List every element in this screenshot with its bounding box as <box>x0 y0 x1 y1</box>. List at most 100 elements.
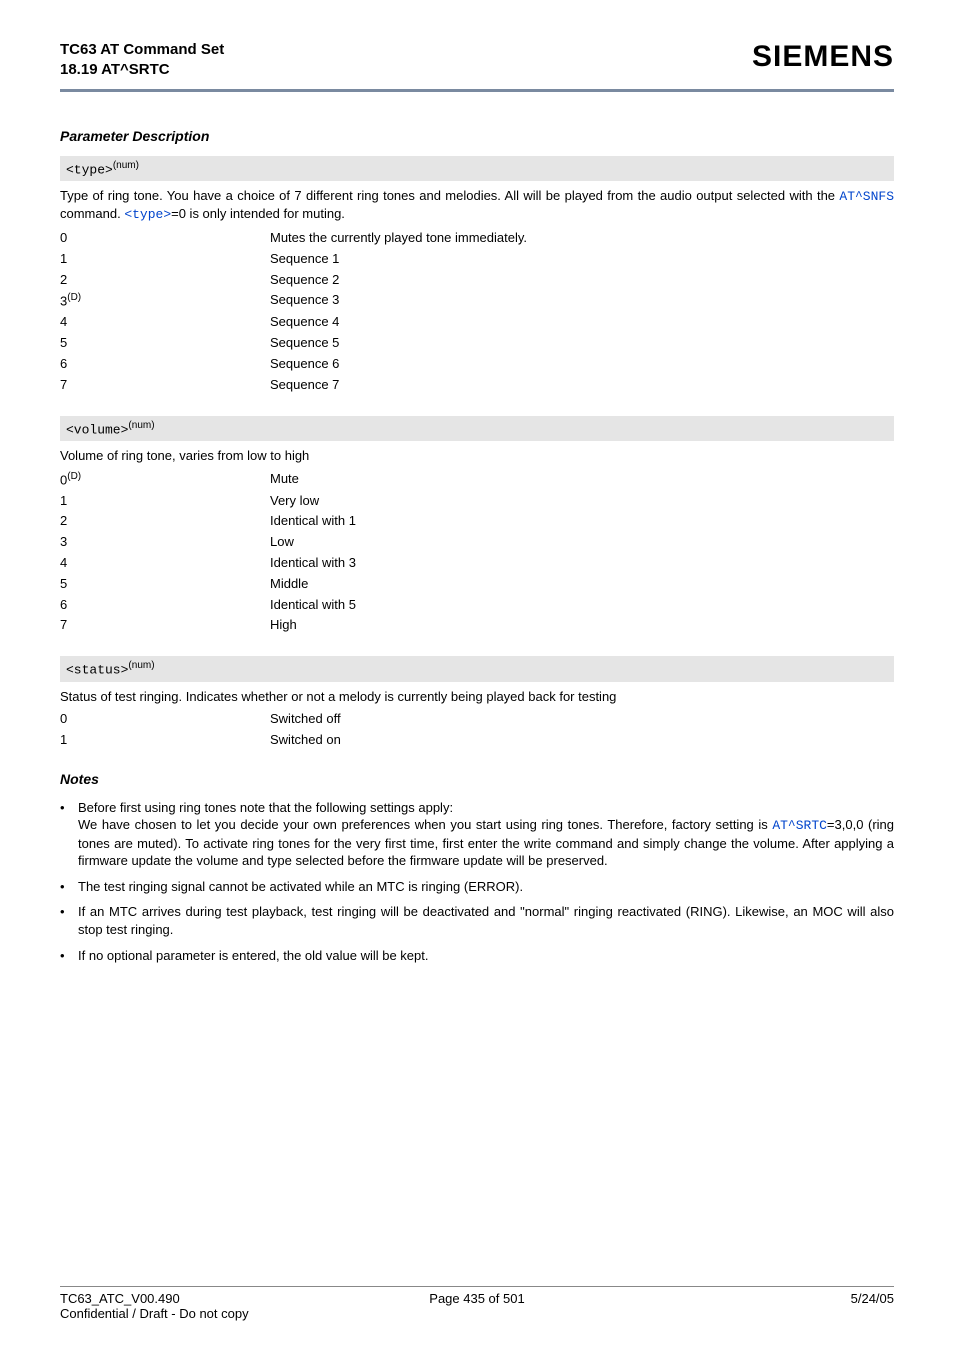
note-item: • Before first using ring tones note tha… <box>60 799 894 870</box>
table-row: 5 Middle <box>60 574 894 595</box>
param-name-sup: (num) <box>128 660 154 671</box>
row-key: 5 <box>60 576 67 591</box>
table-row: 7 Sequence 7 <box>60 375 894 396</box>
param-head-type: <type>(num) <box>60 156 894 181</box>
row-value: Mute <box>270 469 894 491</box>
table-row: 4 Identical with 3 <box>60 553 894 574</box>
param-type: <type>(num) Type of ring tone. You have … <box>60 156 894 396</box>
param-name-sup: (num) <box>113 160 139 171</box>
param-name-code: <volume> <box>66 422 128 437</box>
table-row: 2 Identical with 1 <box>60 511 894 532</box>
row-value: Switched off <box>270 709 894 730</box>
param-rows-volume: 0(D)Mute 1Very low 2Identical with 1 3Lo… <box>60 469 894 637</box>
table-row: 1 Switched on <box>60 730 894 751</box>
desc-text: Type of ring tone. You have a choice of … <box>60 188 839 203</box>
row-key: 1 <box>60 732 67 747</box>
footer-date: 5/24/05 <box>616 1291 894 1321</box>
note-text: If no optional parameter is entered, the… <box>78 947 894 965</box>
row-key: 4 <box>60 555 67 570</box>
row-value: High <box>270 615 894 636</box>
row-key: 2 <box>60 513 67 528</box>
footer-doc-id: TC63_ATC_V00.490 <box>60 1291 180 1306</box>
row-value: Identical with 3 <box>270 553 894 574</box>
table-row: 6 Sequence 6 <box>60 354 894 375</box>
param-rows-status: 0 Switched off 1 Switched on <box>60 709 894 751</box>
note-text: Before first using ring tones note that … <box>78 800 453 815</box>
row-value: Sequence 2 <box>270 270 894 291</box>
note-text: We have chosen to let you decide your ow… <box>78 817 772 832</box>
row-key: 0 <box>60 711 67 726</box>
row-value: Low <box>270 532 894 553</box>
param-head-volume: <volume>(num) <box>60 416 894 441</box>
param-volume: <volume>(num) Volume of ring tone, varie… <box>60 416 894 637</box>
table-row: 4 Sequence 4 <box>60 312 894 333</box>
row-key: 5 <box>60 335 67 350</box>
footer-left: TC63_ATC_V00.490 Confidential / Draft - … <box>60 1291 338 1321</box>
param-name-code: <type> <box>66 162 113 177</box>
table-row: 0(D)Mute <box>60 469 894 491</box>
table-row: 3(D)Sequence 3 <box>60 290 894 312</box>
table-row: 5 Sequence 5 <box>60 333 894 354</box>
param-name-sup: (num) <box>128 420 154 431</box>
row-value: Switched on <box>270 730 894 751</box>
page: TC63 AT Command Set 18.19 AT^SRTC SIEMEN… <box>0 0 954 1351</box>
desc-text: command. <box>60 206 124 221</box>
row-value: Identical with 1 <box>270 511 894 532</box>
row-key-sup: (D) <box>67 471 81 482</box>
note-item: • If no optional parameter is entered, t… <box>60 947 894 965</box>
row-key: 6 <box>60 356 67 371</box>
row-key: 4 <box>60 314 67 329</box>
table-row: 6 Identical with 5 <box>60 595 894 616</box>
header-divider <box>60 89 894 92</box>
param-head-status: <status>(num) <box>60 656 894 681</box>
bullet-icon: • <box>60 799 78 870</box>
row-key: 1 <box>60 493 67 508</box>
code-ref-type[interactable]: <type> <box>124 207 171 222</box>
bullet-icon: • <box>60 878 78 896</box>
row-value: Sequence 1 <box>270 249 894 270</box>
param-name-code: <status> <box>66 663 128 678</box>
note-text: If an MTC arrives during test playback, … <box>78 903 894 938</box>
bullet-icon: • <box>60 947 78 965</box>
code-ref-atsnfs[interactable]: AT^SNFS <box>839 189 894 204</box>
note-text: The test ringing signal cannot be activa… <box>78 878 894 896</box>
row-key: 1 <box>60 251 67 266</box>
desc-text: =0 is only intended for muting. <box>171 206 345 221</box>
table-row: 3 Low <box>60 532 894 553</box>
table-row: 2 Sequence 2 <box>60 270 894 291</box>
row-value: Sequence 4 <box>270 312 894 333</box>
page-header: TC63 AT Command Set 18.19 AT^SRTC SIEMEN… <box>60 40 894 81</box>
page-footer: TC63_ATC_V00.490 Confidential / Draft - … <box>60 1287 894 1321</box>
section-title: Parameter Description <box>60 128 894 144</box>
bullet-icon: • <box>60 903 78 938</box>
row-key: 6 <box>60 597 67 612</box>
param-rows-type: 0Mutes the currently played tone immedia… <box>60 228 894 396</box>
row-value: Sequence 5 <box>270 333 894 354</box>
row-value: Middle <box>270 574 894 595</box>
row-key: 2 <box>60 272 67 287</box>
param-status: <status>(num) Status of test ringing. In… <box>60 656 894 750</box>
footer-confidential: Confidential / Draft - Do not copy <box>60 1306 249 1321</box>
table-row: 0 Switched off <box>60 709 894 730</box>
row-value: Sequence 6 <box>270 354 894 375</box>
header-left: TC63 AT Command Set 18.19 AT^SRTC <box>60 40 224 81</box>
row-key: 0 <box>60 230 67 245</box>
row-key-sup: (D) <box>67 292 81 303</box>
notes-list: • Before first using ring tones note tha… <box>60 799 894 964</box>
row-key: 7 <box>60 617 67 632</box>
param-desc-status: Status of test ringing. Indicates whethe… <box>60 682 894 710</box>
table-row: 1 Very low <box>60 491 894 512</box>
row-value: Sequence 3 <box>270 290 894 312</box>
row-key: 3 <box>60 534 67 549</box>
row-value: Very low <box>270 491 894 512</box>
note-item: • If an MTC arrives during test playback… <box>60 903 894 938</box>
row-value: Sequence 7 <box>270 375 894 396</box>
row-value: Identical with 5 <box>270 595 894 616</box>
doc-title: TC63 AT Command Set <box>60 40 224 60</box>
code-ref-atsrtc[interactable]: AT^SRTC <box>772 818 827 833</box>
table-row: 7 High <box>60 615 894 636</box>
param-desc-type: Type of ring tone. You have a choice of … <box>60 181 894 228</box>
row-key: 7 <box>60 377 67 392</box>
footer-page-number: Page 435 of 501 <box>338 1291 616 1321</box>
header-section: 18.19 AT^SRTC <box>60 60 224 80</box>
